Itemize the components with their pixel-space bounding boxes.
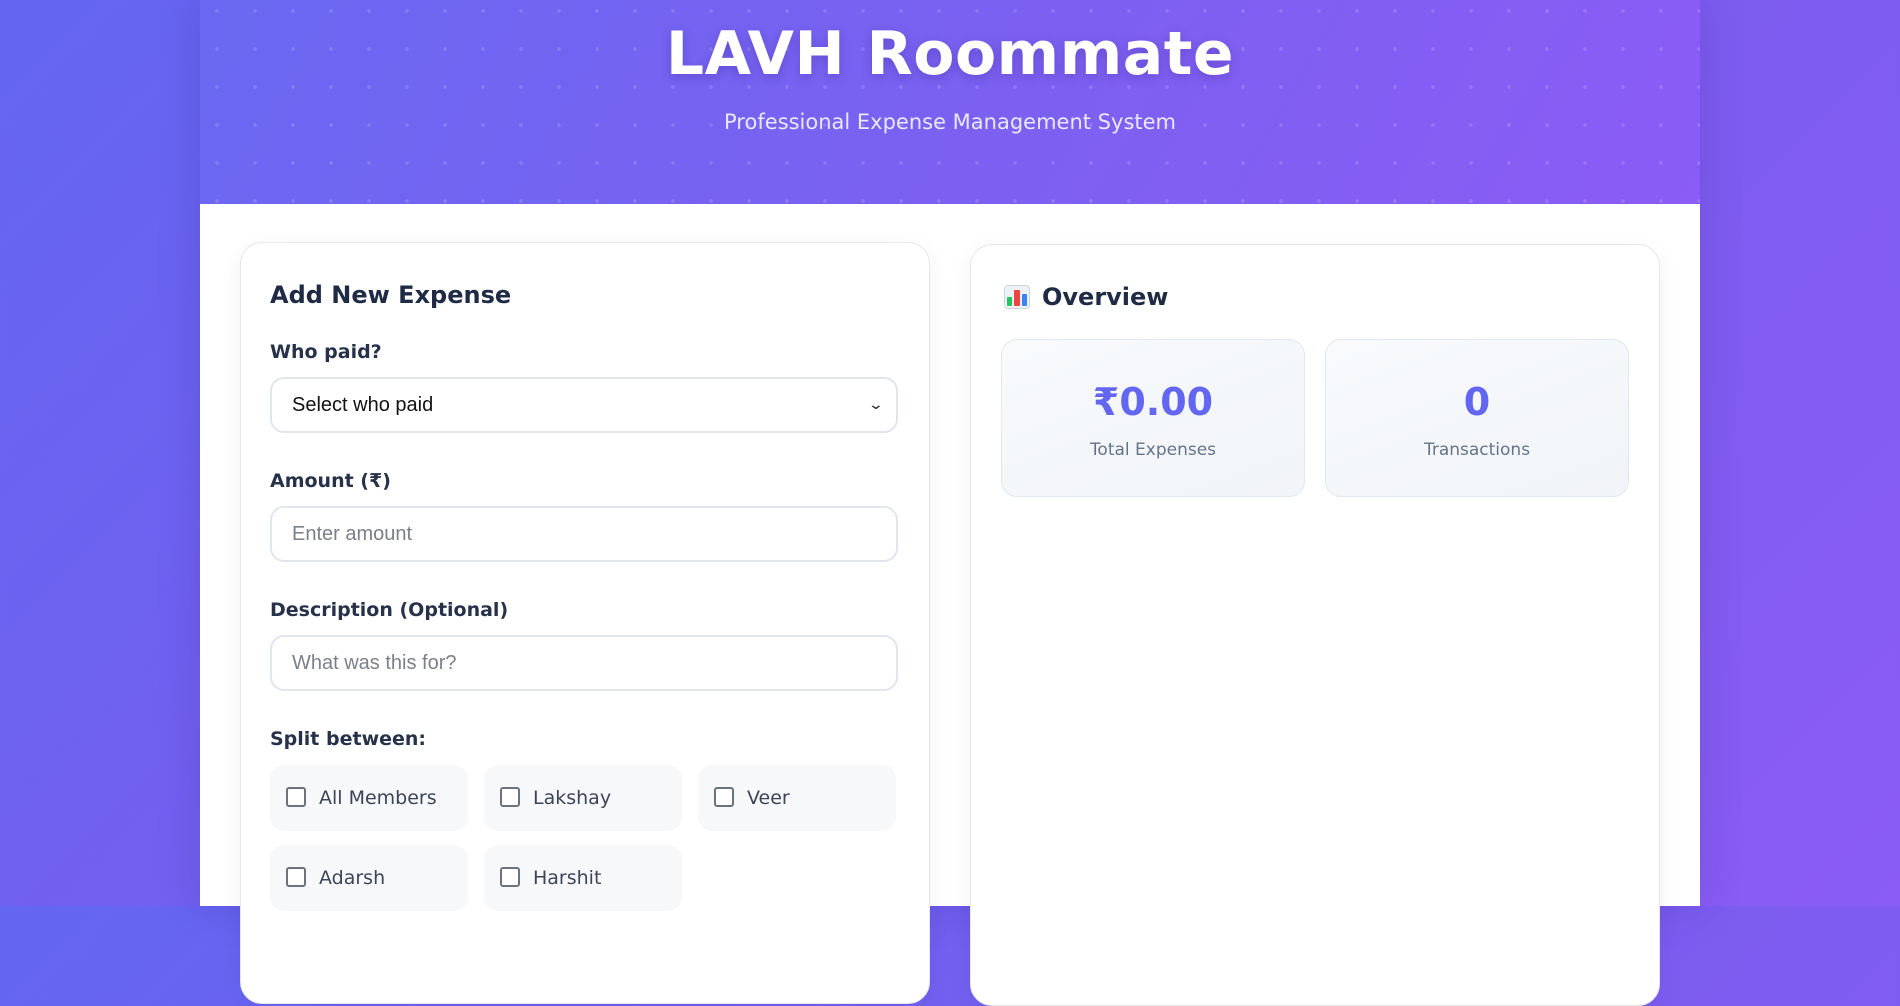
transactions-stat: 0 Transactions — [1325, 339, 1629, 497]
bar-chart-icon — [1004, 285, 1030, 309]
add-expense-card: Add New Expense Who paid? Select who pai… — [240, 242, 930, 1004]
split-between-label: Split between: — [270, 728, 427, 750]
who-paid-select[interactable]: Select who paid ⌄ — [270, 377, 898, 433]
description-label: Description (Optional) — [270, 599, 509, 621]
total-expenses-label: Total Expenses — [1089, 440, 1217, 460]
transactions-value: 0 — [1463, 380, 1491, 424]
split-option-all-members[interactable]: All Members — [270, 765, 468, 831]
app-subtitle: Professional Expense Management System — [724, 110, 1176, 134]
split-option-label: Veer — [747, 787, 790, 809]
who-paid-selected-value: Select who paid — [292, 393, 434, 416]
overview-stats: ₹0.00 Total Expenses 0 Transactions — [1001, 339, 1629, 497]
amount-input[interactable] — [270, 506, 898, 562]
app-container: LAVH Roommate Professional Expense Manag… — [200, 0, 1700, 1006]
main-content: Add New Expense Who paid? Select who pai… — [200, 204, 1700, 1006]
split-option-adarsh[interactable]: Adarsh — [270, 845, 468, 911]
app-title: LAVH Roommate — [665, 19, 1235, 89]
transactions-label: Transactions — [1423, 440, 1531, 460]
split-option-label: Lakshay — [533, 787, 612, 809]
split-option-lakshay[interactable]: Lakshay — [484, 765, 682, 831]
amount-label: Amount (₹) — [270, 470, 391, 492]
checkbox[interactable] — [286, 867, 306, 887]
checkbox[interactable] — [714, 787, 734, 807]
split-option-label: Adarsh — [319, 867, 386, 889]
overview-card: Overview ₹0.00 Total Expenses 0 Transact… — [970, 244, 1660, 1006]
app-header: LAVH Roommate Professional Expense Manag… — [200, 0, 1700, 204]
checkbox[interactable] — [500, 867, 520, 887]
split-options-grid: All Members Lakshay Veer Adarsh Harshit — [270, 765, 900, 911]
split-option-label: Harshit — [533, 867, 602, 889]
total-expenses-value: ₹0.00 — [1092, 380, 1214, 424]
total-expenses-stat: ₹0.00 Total Expenses — [1001, 339, 1305, 497]
checkbox[interactable] — [500, 787, 520, 807]
description-input[interactable] — [270, 635, 898, 691]
chevron-down-icon: ⌄ — [867, 397, 885, 413]
split-option-harshit[interactable]: Harshit — [484, 845, 682, 911]
checkbox[interactable] — [286, 787, 306, 807]
overview-title: Overview — [1042, 283, 1169, 311]
who-paid-label: Who paid? — [270, 341, 382, 363]
split-option-veer[interactable]: Veer — [698, 765, 896, 831]
add-expense-title: Add New Expense — [270, 281, 512, 309]
split-option-label: All Members — [319, 787, 437, 809]
overview-heading: Overview — [1004, 283, 1168, 311]
